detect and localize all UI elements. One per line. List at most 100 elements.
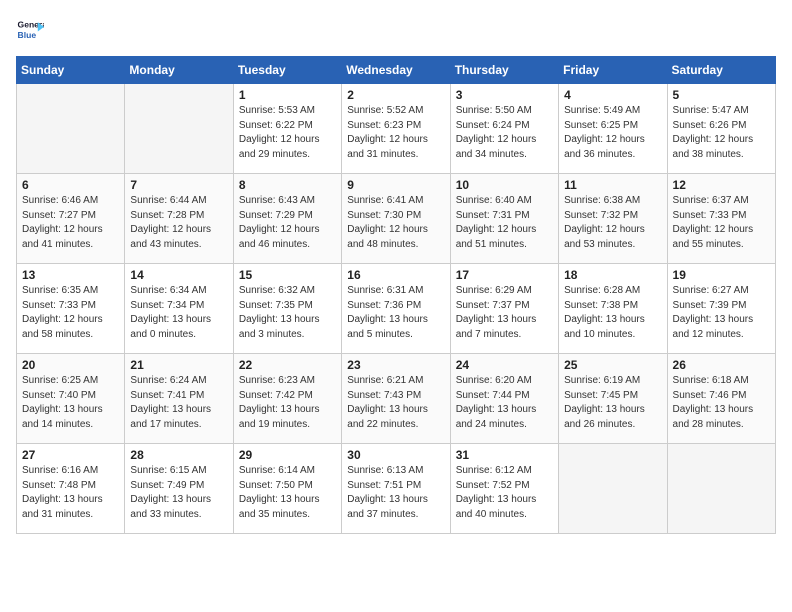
page-header: General Blue: [16, 16, 776, 44]
day-number: 6: [22, 178, 119, 192]
calendar-cell: 29 Sunrise: 6:14 AMSunset: 7:50 PMDayligh…: [233, 444, 341, 534]
calendar-cell: 24Sunrise: 6:20 AMSunset: 7:44 PMDayligh…: [450, 354, 558, 444]
calendar-cell: 19 Sunrise: 6:27 AMSunset: 7:39 PMDayligh…: [667, 264, 775, 354]
day-number: 7: [130, 178, 227, 192]
day-info: Sunrise: 5:52 AMSunset: 6:23 PMDaylight:…: [347, 104, 444, 162]
calendar-cell: 18Sunrise: 6:28 AMSunset: 7:38 PMDayligh…: [559, 264, 667, 354]
calendar-cell: 6 Sunrise: 6:46 AMSunset: 7:27 PMDaylight…: [17, 174, 125, 264]
calendar-cell: 9 Sunrise: 6:41 AMSunset: 7:30 PMDaylight…: [342, 174, 450, 264]
day-info: Sunrise: 6:12 AMSunset: 7:52 PMDaylight:…: [456, 464, 553, 522]
calendar-cell: 15 Sunrise: 6:32 AMSunset: 7:35 PMDayligh…: [233, 264, 341, 354]
calendar-cell: 1 Sunrise: 5:53 AMSunset: 6:22 PMDaylight…: [233, 84, 341, 174]
day-number: 15: [239, 268, 336, 282]
calendar-cell: 26 Sunrise: 6:18 AMSunset: 7:46 PMDayligh…: [667, 354, 775, 444]
day-info: Sunrise: 6:40 AMSunset: 7:31 PMDaylight:…: [456, 194, 553, 252]
day-number: 21: [130, 358, 227, 372]
calendar-table: SundayMondayTuesdayWednesdayThursdayFrid…: [16, 56, 776, 534]
day-number: 13: [22, 268, 119, 282]
day-number: 1: [239, 88, 336, 102]
day-number: 16: [347, 268, 444, 282]
calendar-cell: 23 Sunrise: 6:21 AMSunset: 7:43 PMDayligh…: [342, 354, 450, 444]
calendar-weekday-header: Sunday: [17, 57, 125, 84]
day-number: 3: [456, 88, 553, 102]
day-number: 12: [673, 178, 770, 192]
calendar-cell: 16 Sunrise: 6:31 AMSunset: 7:36 PMDayligh…: [342, 264, 450, 354]
calendar-week-row: 27Sunrise: 6:16 AMSunset: 7:48 PMDayligh…: [17, 444, 776, 534]
day-number: 10: [456, 178, 553, 192]
calendar-cell: 3 Sunrise: 5:50 AMSunset: 6:24 PMDaylight…: [450, 84, 558, 174]
day-number: 26: [673, 358, 770, 372]
day-info: Sunrise: 6:44 AMSunset: 7:28 PMDaylight:…: [130, 194, 227, 252]
day-number: 30: [347, 448, 444, 462]
day-number: 29: [239, 448, 336, 462]
day-info: Sunrise: 6:34 AMSunset: 7:34 PMDaylight:…: [130, 284, 227, 342]
day-number: 17: [456, 268, 553, 282]
day-info: Sunrise: 5:47 AMSunset: 6:26 PMDaylight:…: [673, 104, 770, 162]
calendar-cell: 14Sunrise: 6:34 AMSunset: 7:34 PMDayligh…: [125, 264, 233, 354]
calendar-header-row: SundayMondayTuesdayWednesdayThursdayFrid…: [17, 57, 776, 84]
calendar-weekday-header: Thursday: [450, 57, 558, 84]
day-info: Sunrise: 6:41 AMSunset: 7:30 PMDaylight:…: [347, 194, 444, 252]
calendar-cell: 7 Sunrise: 6:44 AMSunset: 7:28 PMDaylight…: [125, 174, 233, 264]
calendar-cell: 8 Sunrise: 6:43 AMSunset: 7:29 PMDaylight…: [233, 174, 341, 264]
day-info: Sunrise: 6:31 AMSunset: 7:36 PMDaylight:…: [347, 284, 444, 342]
day-info: Sunrise: 6:24 AMSunset: 7:41 PMDaylight:…: [130, 374, 227, 432]
day-number: 27: [22, 448, 119, 462]
day-info: Sunrise: 6:38 AMSunset: 7:32 PMDaylight:…: [564, 194, 661, 252]
day-number: 4: [564, 88, 661, 102]
calendar-cell: [559, 444, 667, 534]
day-number: 2: [347, 88, 444, 102]
calendar-cell: 31Sunrise: 6:12 AMSunset: 7:52 PMDayligh…: [450, 444, 558, 534]
calendar-body: 1 Sunrise: 5:53 AMSunset: 6:22 PMDaylight…: [17, 84, 776, 534]
day-number: 19: [673, 268, 770, 282]
day-info: Sunrise: 6:29 AMSunset: 7:37 PMDaylight:…: [456, 284, 553, 342]
day-info: Sunrise: 6:18 AMSunset: 7:46 PMDaylight:…: [673, 374, 770, 432]
day-info: Sunrise: 6:28 AMSunset: 7:38 PMDaylight:…: [564, 284, 661, 342]
svg-text:Blue: Blue: [18, 30, 37, 40]
calendar-weekday-header: Saturday: [667, 57, 775, 84]
day-info: Sunrise: 5:53 AMSunset: 6:22 PMDaylight:…: [239, 104, 336, 162]
day-number: 5: [673, 88, 770, 102]
calendar-cell: 30 Sunrise: 6:13 AMSunset: 7:51 PMDayligh…: [342, 444, 450, 534]
calendar-weekday-header: Friday: [559, 57, 667, 84]
day-number: 9: [347, 178, 444, 192]
calendar-cell: [17, 84, 125, 174]
day-number: 22: [239, 358, 336, 372]
calendar-cell: 25 Sunrise: 6:19 AMSunset: 7:45 PMDayligh…: [559, 354, 667, 444]
day-info: Sunrise: 6:43 AMSunset: 7:29 PMDaylight:…: [239, 194, 336, 252]
calendar-cell: [125, 84, 233, 174]
calendar-weekday-header: Tuesday: [233, 57, 341, 84]
calendar-cell: 22Sunrise: 6:23 AMSunset: 7:42 PMDayligh…: [233, 354, 341, 444]
day-number: 25: [564, 358, 661, 372]
day-info: Sunrise: 6:21 AMSunset: 7:43 PMDaylight:…: [347, 374, 444, 432]
day-number: 11: [564, 178, 661, 192]
day-info: Sunrise: 6:46 AMSunset: 7:27 PMDaylight:…: [22, 194, 119, 252]
calendar-cell: [667, 444, 775, 534]
logo-icon: General Blue: [16, 16, 44, 44]
day-number: 8: [239, 178, 336, 192]
calendar-week-row: 13Sunrise: 6:35 AMSunset: 7:33 PMDayligh…: [17, 264, 776, 354]
day-info: Sunrise: 6:14 AMSunset: 7:50 PMDaylight:…: [239, 464, 336, 522]
calendar-cell: 20Sunrise: 6:25 AMSunset: 7:40 PMDayligh…: [17, 354, 125, 444]
day-number: 24: [456, 358, 553, 372]
calendar-cell: 11 Sunrise: 6:38 AMSunset: 7:32 PMDayligh…: [559, 174, 667, 264]
day-info: Sunrise: 6:13 AMSunset: 7:51 PMDaylight:…: [347, 464, 444, 522]
day-info: Sunrise: 5:50 AMSunset: 6:24 PMDaylight:…: [456, 104, 553, 162]
day-info: Sunrise: 6:37 AMSunset: 7:33 PMDaylight:…: [673, 194, 770, 252]
calendar-week-row: 1 Sunrise: 5:53 AMSunset: 6:22 PMDaylight…: [17, 84, 776, 174]
day-info: Sunrise: 6:27 AMSunset: 7:39 PMDaylight:…: [673, 284, 770, 342]
calendar-cell: 13Sunrise: 6:35 AMSunset: 7:33 PMDayligh…: [17, 264, 125, 354]
calendar-cell: 4Sunrise: 5:49 AMSunset: 6:25 PMDaylight…: [559, 84, 667, 174]
calendar-cell: 12 Sunrise: 6:37 AMSunset: 7:33 PMDayligh…: [667, 174, 775, 264]
day-number: 23: [347, 358, 444, 372]
day-number: 28: [130, 448, 227, 462]
day-info: Sunrise: 6:32 AMSunset: 7:35 PMDaylight:…: [239, 284, 336, 342]
day-info: Sunrise: 6:25 AMSunset: 7:40 PMDaylight:…: [22, 374, 119, 432]
calendar-cell: 10 Sunrise: 6:40 AMSunset: 7:31 PMDayligh…: [450, 174, 558, 264]
logo: General Blue: [16, 16, 44, 44]
calendar-cell: 21 Sunrise: 6:24 AMSunset: 7:41 PMDayligh…: [125, 354, 233, 444]
day-info: Sunrise: 6:19 AMSunset: 7:45 PMDaylight:…: [564, 374, 661, 432]
calendar-cell: 2 Sunrise: 5:52 AMSunset: 6:23 PMDaylight…: [342, 84, 450, 174]
calendar-weekday-header: Monday: [125, 57, 233, 84]
calendar-cell: 27Sunrise: 6:16 AMSunset: 7:48 PMDayligh…: [17, 444, 125, 534]
